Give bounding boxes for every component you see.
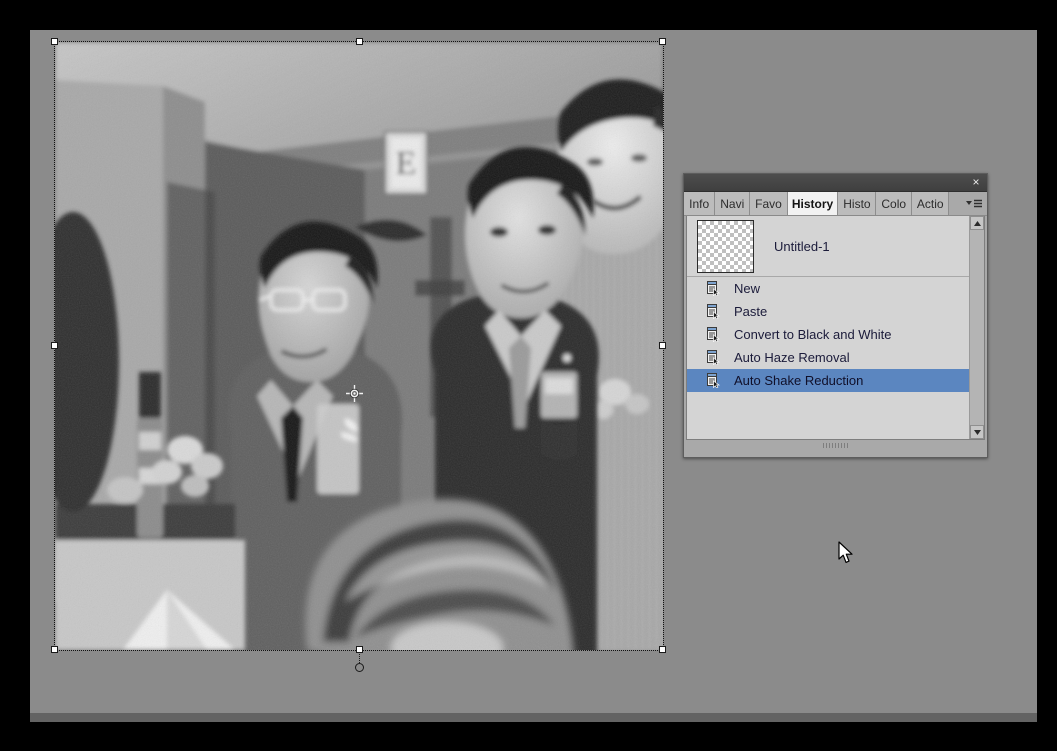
panel-titlebar[interactable]: × [684,174,987,192]
tabstrip-spacer [949,192,962,215]
transform-handle-top-center[interactable] [356,38,363,45]
application-window: E [0,0,1057,751]
panel-footer [684,440,987,451]
transform-handle-bottom-left[interactable] [51,646,58,653]
transform-handle-bottom-right[interactable] [659,646,666,653]
close-icon[interactable]: × [969,175,983,189]
history-panel[interactable]: × Info Navi Favo History Histo Colo Acti… [683,173,988,458]
transform-handle-top-left[interactable] [51,38,58,45]
history-item-convert-to-black-and-white[interactable]: Convert to Black and White [687,323,984,346]
scroll-down-icon[interactable] [970,425,984,439]
history-item-auto-shake-reduction[interactable]: Auto Shake Reduction [687,369,984,392]
history-item-paste[interactable]: Paste [687,300,984,323]
history-state-icon [706,281,721,297]
history-item-new[interactable]: New [687,277,984,300]
photo-image: E [55,42,663,650]
tab-color[interactable]: Colo [876,192,912,215]
history-state-icon [706,373,721,389]
history-item-label: Paste [734,304,768,319]
tab-info[interactable]: Info [684,192,716,215]
transform-handle-bottom-center[interactable] [356,646,363,653]
transform-handle-middle-right[interactable] [659,342,666,349]
tab-favorites[interactable]: Favo [750,192,788,215]
panel-resize-grip[interactable] [822,443,849,448]
transform-handle-middle-left[interactable] [51,342,58,349]
image-document[interactable]: E [51,38,666,672]
history-state-icon [706,327,721,343]
tab-history[interactable]: History [787,192,839,215]
scrollbar-track[interactable] [970,230,984,425]
transform-handle-top-right[interactable] [659,38,666,45]
tab-histogram[interactable]: Histo [838,192,877,215]
history-scrollbar[interactable] [969,216,984,439]
history-item-label: New [734,281,761,296]
scroll-up-icon[interactable] [970,216,984,230]
panel-tabstrip[interactable]: Info Navi Favo History Histo Colo Actio [684,192,987,216]
history-item-label: Auto Shake Reduction [734,373,864,388]
history-list[interactable]: Untitled-1 New Paste Convert to Black an… [686,216,985,440]
history-item-label: Auto Haze Removal [734,350,850,365]
history-snapshot-row[interactable]: Untitled-1 [687,216,984,277]
snapshot-label: Untitled-1 [774,238,830,254]
history-state-icon [706,350,721,366]
history-item-label: Convert to Black and White [734,327,892,342]
snapshot-thumbnail [697,219,754,273]
status-bar [30,713,1037,722]
rotation-handle[interactable] [355,663,364,672]
tab-actions[interactable]: Actio [912,192,950,215]
history-item-auto-haze-removal[interactable]: Auto Haze Removal [687,346,984,369]
panel-menu-icon[interactable] [961,192,987,215]
history-state-icon [706,304,721,320]
tab-navigator[interactable]: Navi [715,192,751,215]
rotation-stem [359,654,361,663]
